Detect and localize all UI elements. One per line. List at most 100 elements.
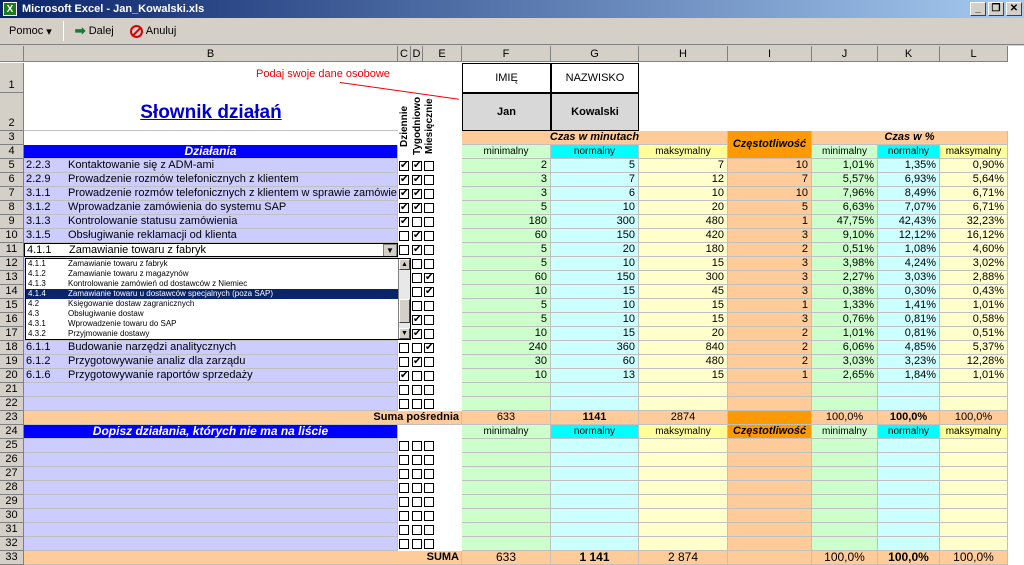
dropdown-item[interactable]: 4.2 Księgowanie dostaw zagranicznych xyxy=(26,299,410,309)
frequency-checkbox[interactable]: ✔ xyxy=(412,161,422,171)
frequency-checkbox[interactable] xyxy=(412,539,422,549)
dropdown-item[interactable]: 4.1.1 Zamawianie towaru z fabryk xyxy=(26,259,410,269)
scroll-up-icon[interactable]: ▲ xyxy=(399,259,410,270)
cancel-button[interactable]: Anuluj xyxy=(125,23,182,40)
frequency-checkbox[interactable]: ✔ xyxy=(412,329,422,339)
frequency-checkbox[interactable]: ✔ xyxy=(412,357,422,367)
frequency-checkbox[interactable]: ✔ xyxy=(412,175,422,185)
frequency-checkbox[interactable] xyxy=(424,525,434,535)
activity-cell[interactable]: 4.1.1 Zamawianie towaru z fabryk ▼ xyxy=(24,243,398,257)
dropdown-item[interactable]: 4.3.2 Przyjmowanie dostawy xyxy=(26,329,410,339)
frequency-checkbox[interactable] xyxy=(424,455,434,465)
row-header-9[interactable]: 9 xyxy=(0,215,24,229)
row-header-1[interactable]: 1 xyxy=(0,63,24,93)
dropdown-item[interactable]: 4.1.3 Kontrolowanie zamówień od dostawców… xyxy=(26,279,410,289)
frequency-checkbox[interactable] xyxy=(424,301,434,311)
row-header-20[interactable]: 20 xyxy=(0,369,24,383)
frequency-checkbox[interactable] xyxy=(424,259,434,269)
activity-dropdown-list[interactable]: 4.1.1 Zamawianie towaru z fabryk 4.1.2 Zama… xyxy=(25,258,411,340)
frequency-checkbox[interactable] xyxy=(412,455,422,465)
frequency-checkbox[interactable] xyxy=(399,455,409,465)
row-header-17[interactable]: 17 xyxy=(0,327,24,341)
next-button[interactable]: ➡ Dalej xyxy=(70,21,119,41)
frequency-checkbox[interactable] xyxy=(399,483,409,493)
frequency-checkbox[interactable]: ✔ xyxy=(412,231,422,241)
frequency-checkbox[interactable] xyxy=(424,371,434,381)
frequency-checkbox[interactable] xyxy=(412,273,422,283)
frequency-checkbox[interactable] xyxy=(399,231,409,241)
row-header-29[interactable]: 29 xyxy=(0,495,24,509)
frequency-checkbox[interactable] xyxy=(399,343,409,353)
empty-activity-cell[interactable] xyxy=(24,439,398,453)
frequency-checkbox[interactable] xyxy=(424,189,434,199)
frequency-checkbox[interactable]: ✔ xyxy=(412,203,422,213)
row-header-30[interactable]: 30 xyxy=(0,509,24,523)
frequency-checkbox[interactable] xyxy=(412,469,422,479)
spreadsheet-grid[interactable]: B C D E F G H I J K L 1 2 3 4 5 6 7 8 9 10 11 12 13 14 15 16 17 18 19… xyxy=(0,46,1024,565)
frequency-checkbox[interactable] xyxy=(424,175,434,185)
column-header-g[interactable]: G xyxy=(551,46,639,62)
frequency-checkbox[interactable]: ✔ xyxy=(399,217,409,227)
empty-activity-cell[interactable] xyxy=(24,467,398,481)
frequency-checkbox[interactable] xyxy=(412,217,422,227)
frequency-checkbox[interactable] xyxy=(424,161,434,171)
last-name-field[interactable]: Kowalski xyxy=(551,93,639,131)
select-all-corner[interactable] xyxy=(0,46,24,62)
frequency-checkbox[interactable] xyxy=(399,441,409,451)
empty-activity-cell[interactable] xyxy=(24,537,398,551)
frequency-checkbox[interactable] xyxy=(412,399,422,409)
dropdown-arrow-button[interactable]: ▼ xyxy=(383,244,397,256)
scroll-down-icon[interactable]: ▼ xyxy=(399,328,410,339)
empty-activity-cell[interactable] xyxy=(24,481,398,495)
frequency-checkbox[interactable] xyxy=(412,301,422,311)
frequency-checkbox[interactable]: ✔ xyxy=(399,203,409,213)
empty-activity-cell[interactable] xyxy=(24,509,398,523)
row-header-4[interactable]: 4 xyxy=(0,145,24,159)
frequency-checkbox[interactable] xyxy=(412,483,422,493)
row-header-6[interactable]: 6 xyxy=(0,173,24,187)
column-header-h[interactable]: H xyxy=(639,46,728,62)
frequency-checkbox[interactable] xyxy=(412,343,422,353)
column-header-c[interactable]: C xyxy=(398,46,411,62)
row-header-27[interactable]: 27 xyxy=(0,467,24,481)
activity-cell[interactable]: 3.1.2 Wprowadzanie zamówienia do systemu … xyxy=(24,201,398,215)
frequency-checkbox[interactable] xyxy=(412,441,422,451)
frequency-checkbox[interactable]: ✔ xyxy=(412,245,422,255)
frequency-checkbox[interactable]: ✔ xyxy=(424,343,434,353)
row-header-19[interactable]: 19 xyxy=(0,355,24,369)
row-header-13[interactable]: 13 xyxy=(0,271,24,285)
dropdown-item[interactable]: 4.3 Obsługiwanie dostaw xyxy=(26,309,410,319)
help-menu[interactable]: Pomoc ▾ xyxy=(4,23,57,40)
frequency-checkbox[interactable] xyxy=(424,357,434,367)
row-header-2[interactable]: 2 xyxy=(0,93,24,131)
frequency-checkbox[interactable] xyxy=(412,259,422,269)
frequency-checkbox[interactable]: ✔ xyxy=(412,189,422,199)
minimize-button[interactable]: _ xyxy=(970,2,986,16)
frequency-checkbox[interactable] xyxy=(399,245,409,255)
row-header-3[interactable]: 3 xyxy=(0,131,24,145)
frequency-checkbox[interactable] xyxy=(424,329,434,339)
frequency-checkbox[interactable] xyxy=(424,539,434,549)
row-header-11[interactable]: 11 xyxy=(0,243,24,257)
row-header-18[interactable]: 18 xyxy=(0,341,24,355)
column-header-k[interactable]: K xyxy=(878,46,940,62)
frequency-checkbox[interactable] xyxy=(424,511,434,521)
column-header-e[interactable]: E xyxy=(423,46,462,62)
row-header-8[interactable]: 8 xyxy=(0,201,24,215)
activity-cell[interactable]: 6.1.2 Przygotowywanie analiz dla zarządu xyxy=(24,355,398,369)
row-header-24[interactable]: 24 xyxy=(0,425,24,439)
frequency-checkbox[interactable] xyxy=(424,203,434,213)
frequency-checkbox[interactable] xyxy=(424,483,434,493)
activity-cell[interactable]: 6.1.6 Przygotowywanie raportów sprzedaży xyxy=(24,369,398,383)
row-header-22[interactable]: 22 xyxy=(0,397,24,411)
row-header-21[interactable]: 21 xyxy=(0,383,24,397)
empty-activity-cell[interactable] xyxy=(24,397,398,411)
frequency-checkbox[interactable] xyxy=(399,357,409,367)
frequency-checkbox[interactable] xyxy=(399,525,409,535)
frequency-checkbox[interactable]: ✔ xyxy=(424,287,434,297)
row-header-5[interactable]: 5 xyxy=(0,159,24,173)
column-header-l[interactable]: L xyxy=(940,46,1008,62)
activity-cell[interactable]: 3.1.1 Prowadzenie rozmów telefonicznych z… xyxy=(24,187,398,201)
row-header-31[interactable]: 31 xyxy=(0,523,24,537)
frequency-checkbox[interactable]: ✔ xyxy=(399,189,409,199)
